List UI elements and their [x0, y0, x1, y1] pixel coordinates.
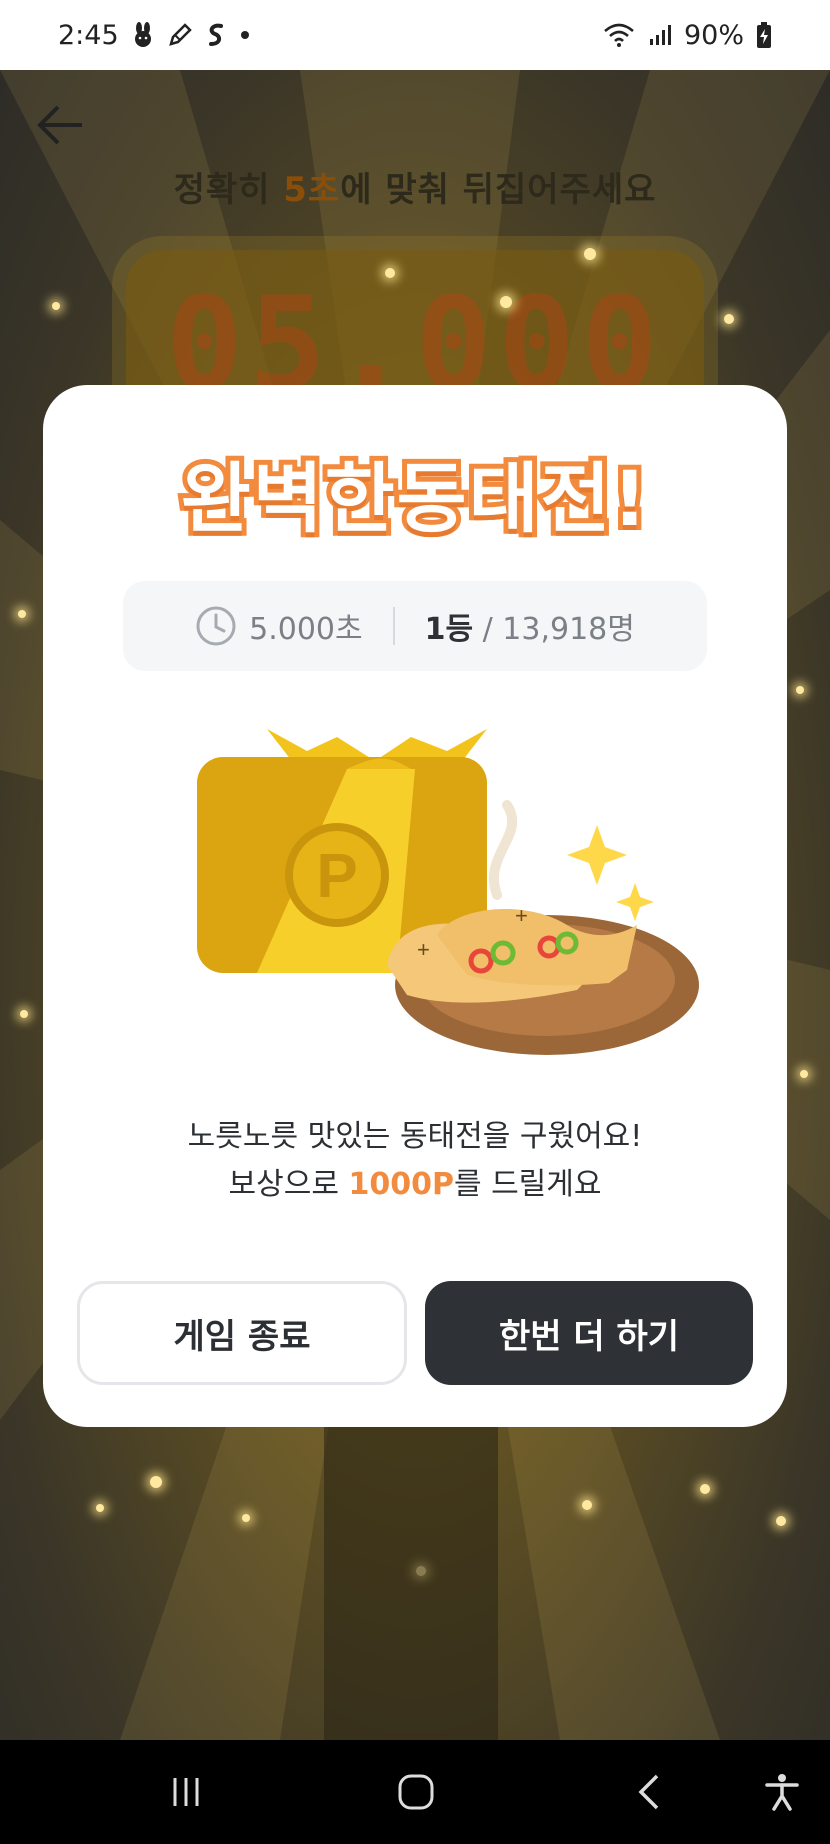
- instruction-prefix: 정확히: [173, 170, 284, 210]
- sparkle: [500, 296, 512, 308]
- pencil-icon: [167, 22, 193, 48]
- recent-apps-icon: [173, 1778, 199, 1806]
- status-left: 2:45: [58, 20, 251, 51]
- status-bar: 2:45 90%: [0, 0, 830, 70]
- message-suffix: 를 드릴게요: [453, 1167, 602, 1202]
- sparkle: [700, 1484, 710, 1494]
- sparkle: [242, 1514, 250, 1522]
- clock-icon: [195, 605, 237, 647]
- back-icon: [638, 1774, 659, 1810]
- status-time: 2:45: [58, 19, 119, 51]
- result-summary: 5.000초 1등 / 13,918명: [123, 581, 707, 671]
- svg-text:+: +: [515, 903, 528, 928]
- dot-icon: [239, 29, 251, 41]
- sparkle: [150, 1476, 162, 1488]
- wifi-icon: [602, 22, 636, 48]
- sparkle: [776, 1516, 786, 1526]
- svg-text:P: P: [316, 842, 357, 911]
- sparkle: [52, 302, 60, 310]
- instruction-highlight: 5초: [283, 170, 341, 210]
- home-icon: [398, 1774, 434, 1810]
- result-time: 5.000초: [195, 604, 363, 648]
- result-modal: 완벽한동태전! 5.000초 1등 / 13,918명 P + + 노릇노릇 맛…: [43, 385, 787, 1427]
- sparkle: [96, 1504, 104, 1512]
- instruction-suffix: 에 맞춰 뒤집어주세요: [340, 170, 657, 210]
- back-button[interactable]: [614, 1740, 686, 1844]
- navigation-bar: [0, 1740, 830, 1844]
- divider: [392, 607, 395, 645]
- battery-charging-icon: [756, 21, 772, 49]
- signal-icon: [648, 23, 672, 47]
- reward-illustration: P + +: [197, 729, 699, 1055]
- reward-message: 노릇노릇 맛있는 동태전을 구웠어요! 보상으로 1000P를 드릴게요: [43, 1113, 787, 1209]
- battery-percent: 90%: [683, 19, 744, 51]
- rank-value: 1등: [424, 612, 474, 647]
- instruction-text: 정확히 5초에 맞춰 뒤집어주세요: [0, 162, 830, 211]
- sparkle: [385, 268, 395, 278]
- sparkle: [800, 1070, 808, 1078]
- recent-apps-button[interactable]: [150, 1740, 222, 1844]
- sparkle: [582, 1500, 592, 1510]
- back-arrow-icon[interactable]: [34, 98, 88, 152]
- home-button[interactable]: [380, 1740, 452, 1844]
- sparkle: [724, 314, 734, 324]
- reward-points: 1000P: [348, 1167, 454, 1202]
- sparkle-icon: [567, 825, 654, 921]
- message-line-2: 보상으로 1000P를 드릴게요: [43, 1161, 787, 1209]
- message-line-1: 노릇노릇 맛있는 동태전을 구웠어요!: [187, 1119, 643, 1154]
- result-time-value: 5.000초: [249, 612, 363, 647]
- modal-title: 완벽한동태전!: [176, 449, 652, 548]
- frying-pan-handle: [324, 1400, 498, 1740]
- svg-text:+: +: [417, 937, 430, 962]
- status-right: 90%: [602, 20, 772, 51]
- sparkle: [796, 686, 804, 694]
- play-again-button[interactable]: 한번 더 하기: [425, 1281, 753, 1385]
- accessibility-button[interactable]: [746, 1740, 818, 1844]
- message-prefix: 보상으로: [228, 1167, 349, 1202]
- accessibility-icon: [765, 1774, 799, 1811]
- swirl-icon: [205, 22, 227, 48]
- rabbit-icon: [131, 22, 155, 48]
- sparkle: [18, 610, 26, 618]
- sparkle: [584, 248, 596, 260]
- quit-game-button[interactable]: 게임 종료: [77, 1281, 407, 1385]
- rank-total: / 13,918명: [473, 612, 635, 647]
- sparkle: [20, 1010, 28, 1018]
- result-rank: 1등 / 13,918명: [425, 604, 635, 648]
